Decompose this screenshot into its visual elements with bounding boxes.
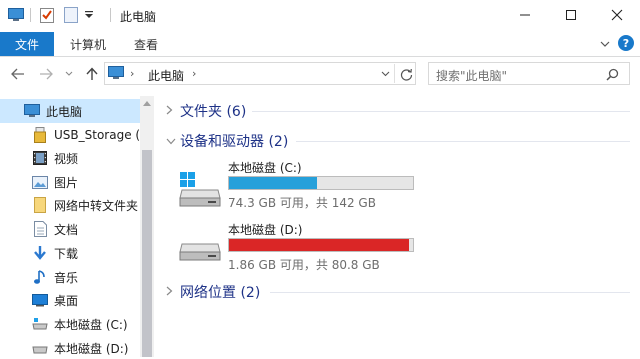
group-divider xyxy=(296,141,630,142)
drive-usage-bar xyxy=(228,238,414,252)
nav-item-network-folder[interactable]: 网络中转文件夹 xyxy=(0,194,140,216)
chevron-right-icon xyxy=(166,105,178,118)
pictures-folder-icon xyxy=(32,174,48,190)
search-icon[interactable] xyxy=(604,66,620,82)
breadcrumb-separator[interactable]: › xyxy=(130,67,134,80)
video-folder-icon xyxy=(32,150,48,166)
nav-item-label: USB_Storage (F xyxy=(54,128,147,142)
group-label: 设备和驱动器 (2) xyxy=(180,134,289,150)
downloads-icon xyxy=(32,245,48,261)
windows-drive-icon xyxy=(178,172,222,208)
pc-icon[interactable] xyxy=(6,6,26,24)
help-button[interactable]: ? xyxy=(618,35,634,51)
drive-name: 本地磁盘 (C:) xyxy=(228,161,302,175)
nav-item-label: 下载 xyxy=(54,246,79,261)
pc-icon xyxy=(24,103,40,119)
search-input-placeholder[interactable]: 搜索"此电脑" xyxy=(436,67,507,84)
nav-item-label: 本地磁盘 (C:) xyxy=(54,317,128,332)
breadcrumb-item[interactable]: 此电脑 xyxy=(148,67,184,84)
music-icon xyxy=(32,269,48,285)
divider xyxy=(110,8,111,22)
group-divider xyxy=(270,292,630,293)
drive-usage-fill xyxy=(229,177,318,189)
tab-computer[interactable]: 计算机 xyxy=(70,32,106,56)
divider xyxy=(394,64,395,83)
minimize-button[interactable] xyxy=(502,0,548,30)
properties-icon[interactable] xyxy=(38,6,56,24)
drive-free-space: 1.86 GB 可用，共 80.8 GB xyxy=(228,258,380,272)
recent-locations-button[interactable] xyxy=(62,63,76,85)
usb-drive-icon xyxy=(32,127,48,143)
drive-icon xyxy=(32,316,48,332)
documents-folder-icon xyxy=(32,221,48,237)
group-network-locations[interactable]: 网络位置 (2) xyxy=(166,282,260,302)
expand-ribbon-button[interactable] xyxy=(598,36,612,52)
back-button[interactable] xyxy=(8,63,28,85)
nav-item-label: 网络中转文件夹 xyxy=(54,198,139,213)
window-title: 此电脑 xyxy=(120,10,157,24)
drive-free-space: 74.3 GB 可用，共 142 GB xyxy=(228,196,376,210)
maximize-button[interactable] xyxy=(548,0,594,30)
up-button[interactable] xyxy=(82,63,102,85)
address-history-button[interactable] xyxy=(378,66,392,82)
scrollbar-thumb[interactable] xyxy=(142,150,152,357)
tab-file[interactable]: 文件 xyxy=(0,32,54,56)
drive-usage-fill xyxy=(229,239,409,251)
breadcrumb-separator[interactable]: › xyxy=(192,67,196,80)
drive-icon xyxy=(32,340,48,356)
new-folder-icon[interactable] xyxy=(62,6,80,24)
drive-icon xyxy=(178,240,222,266)
divider xyxy=(30,8,31,22)
nav-item-usb-storage[interactable]: USB_Storage (F xyxy=(0,124,154,146)
customize-toolbar-icon[interactable] xyxy=(82,6,96,24)
drive-usage-bar xyxy=(228,176,414,190)
chevron-right-icon xyxy=(166,286,178,299)
group-folders[interactable]: 文件夹 (6) xyxy=(166,101,246,121)
nav-item-label: 此电脑 xyxy=(46,104,83,119)
folder-icon xyxy=(32,197,48,213)
forward-button[interactable] xyxy=(36,63,56,85)
close-button[interactable] xyxy=(594,0,640,30)
desktop-icon xyxy=(32,292,48,308)
nav-item-label: 文档 xyxy=(54,222,79,237)
pc-icon xyxy=(108,66,126,82)
nav-item-label: 图片 xyxy=(54,175,79,190)
nav-item-label: 本地磁盘 (D:) xyxy=(54,341,129,356)
group-label: 文件夹 (6) xyxy=(180,104,247,120)
help-icon: ? xyxy=(622,36,630,50)
nav-item-label: 桌面 xyxy=(54,293,79,308)
nav-item-label: 音乐 xyxy=(54,270,79,285)
nav-item-label: 视频 xyxy=(54,151,79,166)
refresh-button[interactable] xyxy=(398,66,414,82)
chevron-down-icon xyxy=(166,135,178,148)
group-devices-drives[interactable]: 设备和驱动器 (2) xyxy=(166,131,288,151)
tab-view[interactable]: 查看 xyxy=(134,32,158,56)
group-divider xyxy=(252,111,630,112)
group-label: 网络位置 (2) xyxy=(180,285,261,301)
scroll-up-icon[interactable] xyxy=(141,98,153,108)
drive-name: 本地磁盘 (D:) xyxy=(228,223,303,237)
